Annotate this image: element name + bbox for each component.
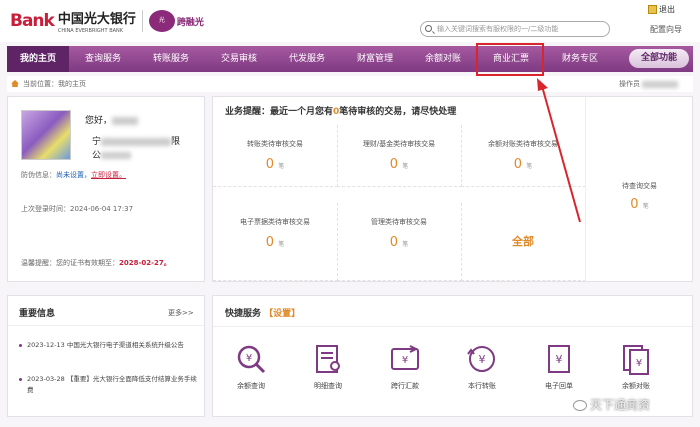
annotation-arrow-icon <box>537 78 581 223</box>
watermark: 天下通商资 <box>573 396 650 413</box>
